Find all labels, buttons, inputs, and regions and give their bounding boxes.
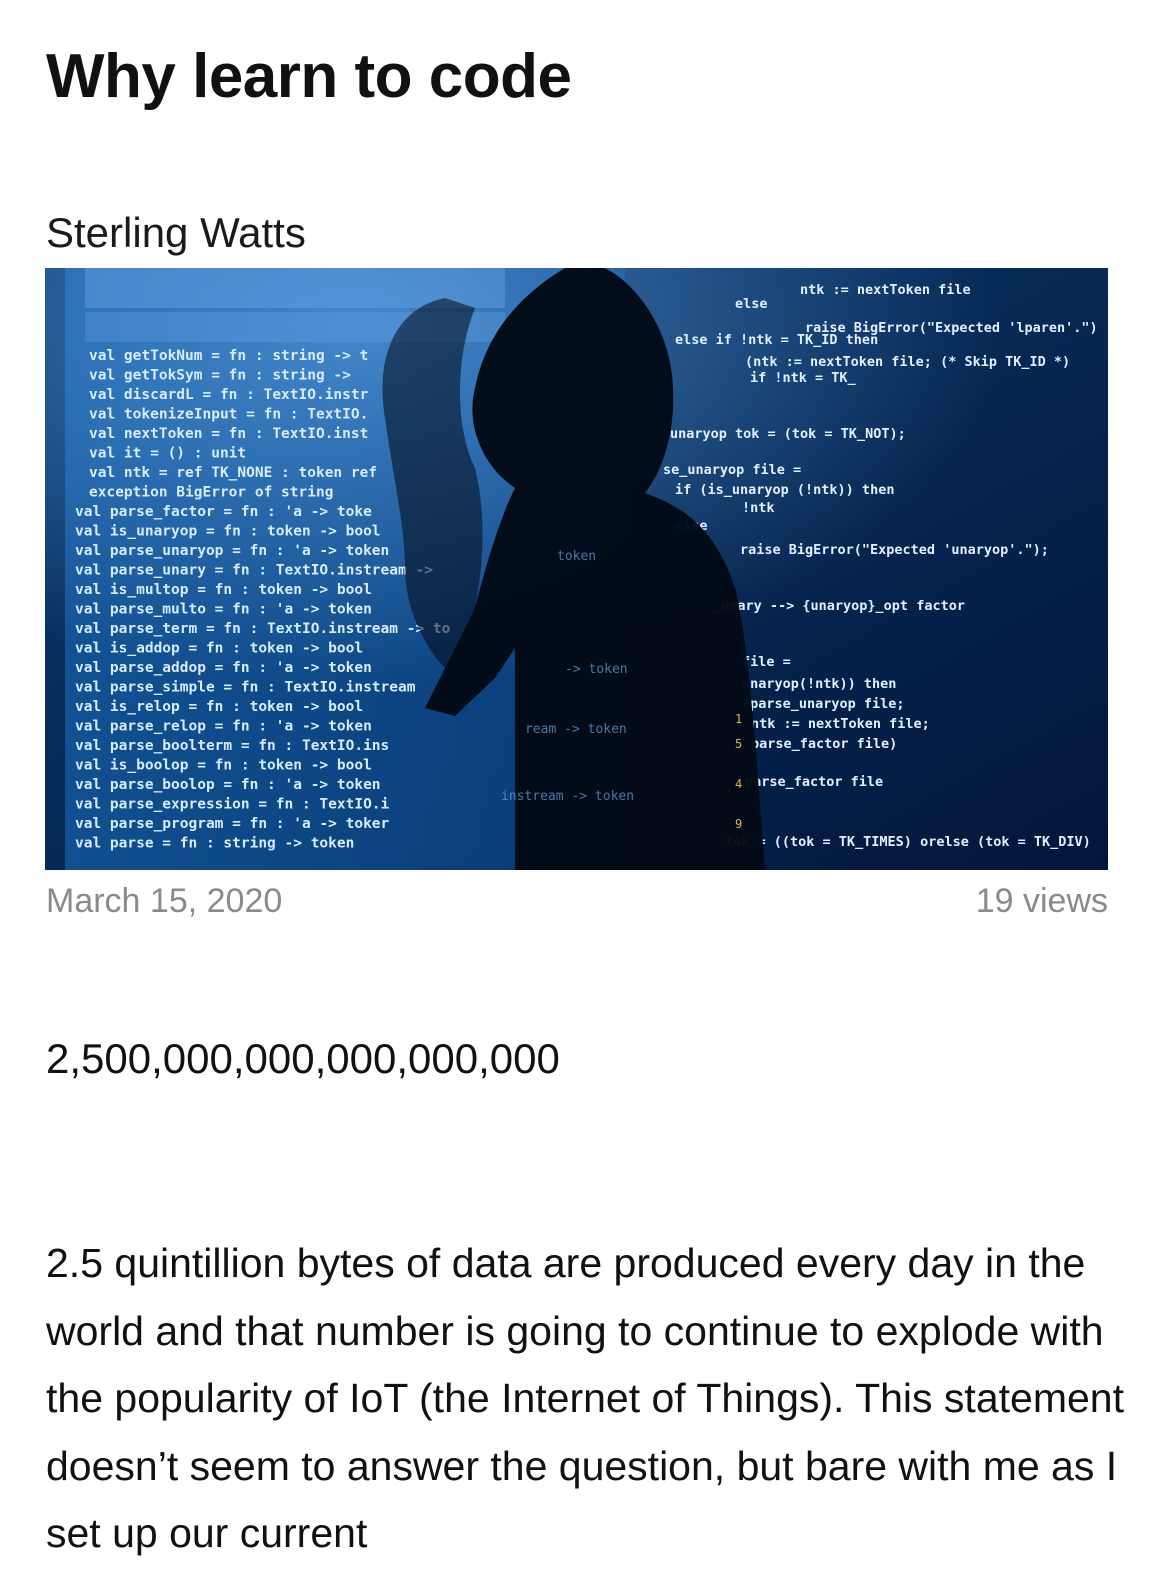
hero-code-line-left: val parse_program = fn : 'a -> toker [75, 816, 390, 832]
hero-code-line-right: (parse_unaryop file; [742, 696, 905, 712]
hero-code-line-left: val parse_simple = fn : TextIO.instream [75, 680, 416, 696]
article-page: Why learn to code Sterling Watts val get… [0, 0, 1168, 1591]
hero-code-line-right: else [735, 296, 768, 312]
hero-code-line-left: val is_boolop = fn : token -> bool [75, 758, 372, 774]
hero-code-line-right: (ntk := nextToken file; (* Skip TK_ID *) [745, 354, 1070, 370]
svg-text:token: token [557, 549, 596, 564]
svg-text:9: 9 [735, 817, 742, 831]
hero-code-line-right: tok = ((tok = TK_TIMES) orelse (tok = TK… [725, 834, 1091, 850]
hero-code-line-right: se_unaryop file = [663, 462, 801, 478]
hero-code-line-left: val is_unaryop = fn : token -> bool [75, 524, 381, 540]
hero-code-line-right: unaryop(!ntk)) then [742, 676, 896, 692]
headline-number: 2,500,000,000,000,000,000 [46, 1035, 560, 1082]
hero-code-line-left: val is_addop = fn : token -> bool [75, 641, 363, 657]
hero-code-line-right: ntk := nextToken file [800, 282, 971, 298]
hero-code-line-left: val parse_unaryop = fn : 'a -> token [75, 543, 389, 559]
hero-code-line-left: val getTokSym = fn : string -> [89, 368, 351, 384]
hero-code-line-left: val tokenizeInput = fn : TextIO. [89, 407, 368, 423]
hero-code-line-left: val parse = fn : string -> token [75, 836, 354, 852]
svg-text:4: 4 [735, 777, 742, 791]
hero-code-line-left: val parse_boolterm = fn : TextIO.ins [75, 738, 389, 754]
hero-code-line-right: if (is_unaryop (!ntk)) then [675, 482, 894, 498]
hero-code-line-right: if !ntk = TK_ [750, 370, 857, 386]
hero-code-line-left: val parse_relop = fn : 'a -> token [75, 719, 372, 735]
hero-code-line-left: val discardL = fn : TextIO.instr [89, 387, 369, 403]
hero-code-line-left: val nextToken = fn : TextIO.inst [89, 426, 368, 442]
hero-code-line-left: val ntk = ref TK_NONE : token ref [89, 465, 377, 481]
hero-code-line-left: val parse_expression = fn : TextIO.i [75, 797, 390, 813]
hero-code-line-left: val parse_factor = fn : 'a -> toke [75, 504, 372, 520]
hero-code-line-left: val getTokNum = fn : string -> t [89, 348, 368, 364]
hero-code-line-right: file = [742, 654, 791, 670]
hero-code-line-left: val parse_multo = fn : 'a -> token [75, 602, 372, 618]
hero-code-line-right: raise BigError("Expected 'unaryop'."); [740, 542, 1049, 558]
hero-code-line-left: val is_multop = fn : token -> bool [75, 582, 372, 598]
photo-icon: val getTokNum = fn : string -> t val getT… [45, 268, 1108, 870]
article-author[interactable]: Sterling Watts [46, 208, 306, 258]
hero-code-line-left: val parse_boolop = fn : 'a -> token [75, 777, 381, 793]
svg-text:instream -> token: instream -> token [501, 789, 634, 804]
hero-code-line-left: exception BigError of string [89, 485, 333, 501]
hero-image: val getTokNum = fn : string -> t val getT… [45, 268, 1108, 870]
svg-text:ream -> token: ream -> token [525, 722, 627, 737]
svg-text:1: 1 [735, 712, 742, 726]
hero-code-line-left: val it = () : unit [89, 446, 246, 462]
hero-code-line-right: parse_factor file) [751, 736, 897, 752]
hero-code-line-right: parse_factor file [745, 774, 883, 790]
article-title: Why learn to code [46, 42, 572, 111]
hero-code-line-left: val is_relop = fn : token -> bool [75, 699, 363, 715]
svg-text:-> token: -> token [565, 662, 628, 677]
hero-code-line-right: unaryop tok = (tok = TK_NOT); [670, 426, 906, 442]
article-meta: March 15, 2020 19 views [46, 882, 1108, 921]
hero-code-line-right: ntk := nextToken file; [751, 716, 930, 732]
article-paragraph: 2.5 quintillion bytes of data are produc… [46, 1240, 1124, 1556]
hero-code-line-left: val parse_addop = fn : 'a -> token [75, 660, 372, 676]
hero-code-line-right: _unary --> {unaryop}_opt factor [713, 598, 965, 614]
svg-text:5: 5 [735, 737, 742, 751]
hero-code-line-right: !ntk [742, 500, 775, 516]
article-date: March 15, 2020 [46, 882, 283, 920]
view-count: 19 views [975, 882, 1108, 920]
hero-code-line-left: val parse_term = fn : TextIO.instream ->… [75, 621, 451, 637]
hero-code-line-right: else if !ntk = TK_ID then [675, 332, 878, 348]
hero-code-line-left: val parse_unary = fn : TextIO.instream -… [75, 563, 433, 579]
